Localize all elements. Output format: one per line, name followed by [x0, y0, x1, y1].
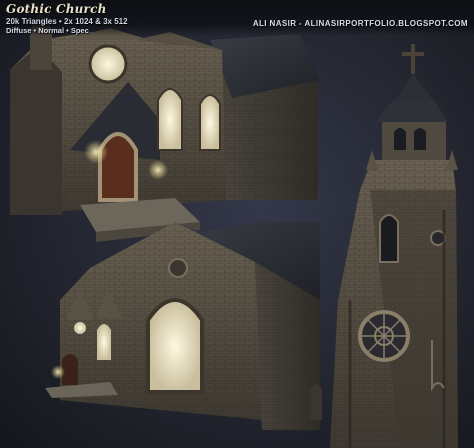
header-bar: Gothic Church 20k Triangles • 2x 1024 & … — [0, 0, 474, 36]
church-renders — [10, 10, 458, 448]
church-front-render — [10, 10, 320, 242]
church-side-render — [45, 222, 322, 430]
model-stats: 20k Triangles • 2x 1024 & 3x 512 — [6, 17, 128, 26]
render-canvas — [0, 0, 474, 448]
page-title: Gothic Church — [6, 2, 107, 16]
texture-maps: Diffuse • Normal • Spec — [6, 26, 89, 35]
author-credit: ALI NASIR - ALINASIRPORTFOLIO.BLOGSPOT.C… — [252, 19, 468, 28]
bell-tower-render — [330, 44, 458, 448]
